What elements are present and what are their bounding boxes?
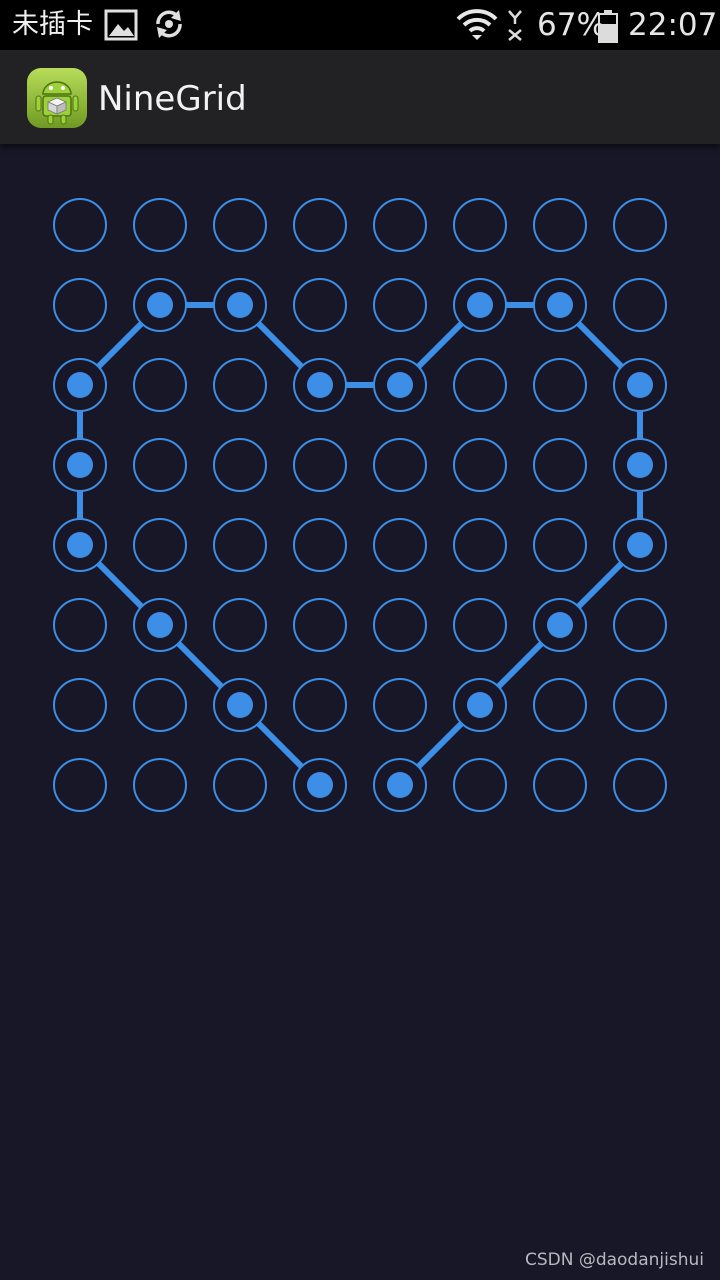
watermark: CSDN @daodanjishui xyxy=(524,1250,704,1270)
pattern-node[interactable] xyxy=(453,518,507,572)
pattern-node[interactable] xyxy=(133,358,187,412)
pattern-node[interactable] xyxy=(613,198,667,252)
sync-icon xyxy=(156,10,182,38)
pattern-node[interactable] xyxy=(213,518,267,572)
pattern-node[interactable] xyxy=(373,198,427,252)
pattern-node[interactable] xyxy=(533,518,587,572)
pattern-node[interactable] xyxy=(373,518,427,572)
battery-icon xyxy=(598,10,618,43)
pattern-node[interactable] xyxy=(453,758,507,812)
pattern-node[interactable] xyxy=(133,678,187,732)
pattern-node-selected[interactable] xyxy=(53,358,107,412)
android-app-icon[interactable] xyxy=(26,67,88,129)
pattern-node[interactable] xyxy=(213,438,267,492)
pattern-node[interactable] xyxy=(293,598,347,652)
pattern-node[interactable] xyxy=(133,198,187,252)
pattern-node[interactable] xyxy=(373,598,427,652)
carrier-label: 未插卡 xyxy=(12,9,93,40)
pattern-node[interactable] xyxy=(133,518,187,572)
image-icon xyxy=(104,9,138,41)
pattern-node-selected[interactable] xyxy=(453,678,507,732)
pattern-node[interactable] xyxy=(293,198,347,252)
pattern-node-selected[interactable] xyxy=(133,598,187,652)
pattern-node[interactable] xyxy=(373,438,427,492)
pattern-node[interactable] xyxy=(133,758,187,812)
pattern-node[interactable] xyxy=(533,358,587,412)
pattern-node-selected[interactable] xyxy=(53,438,107,492)
pattern-node-selected[interactable] xyxy=(373,358,427,412)
pattern-node[interactable] xyxy=(293,438,347,492)
battery-percent: 67% xyxy=(537,7,606,43)
no-signal-icon xyxy=(508,10,522,41)
pattern-node-selected[interactable] xyxy=(133,278,187,332)
action-bar: NineGrid xyxy=(0,50,720,144)
pattern-node[interactable] xyxy=(53,278,107,332)
pattern-node[interactable] xyxy=(53,598,107,652)
pattern-node-selected[interactable] xyxy=(613,518,667,572)
pattern-node-selected[interactable] xyxy=(453,278,507,332)
pattern-node[interactable] xyxy=(613,678,667,732)
pattern-node[interactable] xyxy=(533,198,587,252)
pattern-node-selected[interactable] xyxy=(293,358,347,412)
pattern-node-selected[interactable] xyxy=(373,758,427,812)
pattern-node-selected[interactable] xyxy=(293,758,347,812)
pattern-node[interactable] xyxy=(53,678,107,732)
pattern-node-selected[interactable] xyxy=(213,678,267,732)
pattern-node[interactable] xyxy=(293,278,347,332)
pattern-node-selected[interactable] xyxy=(213,278,267,332)
pattern-node[interactable] xyxy=(293,678,347,732)
pattern-node[interactable] xyxy=(453,198,507,252)
app-title: NineGrid xyxy=(98,79,247,119)
pattern-node-selected[interactable] xyxy=(533,598,587,652)
pattern-node[interactable] xyxy=(533,438,587,492)
wifi-icon xyxy=(456,9,498,40)
pattern-node[interactable] xyxy=(213,758,267,812)
pattern-node[interactable] xyxy=(453,358,507,412)
pattern-node[interactable] xyxy=(373,278,427,332)
pattern-node[interactable] xyxy=(213,598,267,652)
status-bar: 未插卡 67% 22:07 xyxy=(0,0,720,50)
pattern-node[interactable] xyxy=(613,758,667,812)
pattern-node-selected[interactable] xyxy=(613,438,667,492)
pattern-node[interactable] xyxy=(453,438,507,492)
pattern-node[interactable] xyxy=(293,518,347,572)
pattern-lock-grid[interactable] xyxy=(0,144,720,834)
pattern-node[interactable] xyxy=(533,678,587,732)
pattern-node[interactable] xyxy=(213,198,267,252)
pattern-node[interactable] xyxy=(613,278,667,332)
pattern-node-selected[interactable] xyxy=(53,518,107,572)
pattern-node-selected[interactable] xyxy=(613,358,667,412)
pattern-node-selected[interactable] xyxy=(533,278,587,332)
pattern-node[interactable] xyxy=(373,678,427,732)
pattern-node[interactable] xyxy=(53,758,107,812)
pattern-node[interactable] xyxy=(213,358,267,412)
pattern-node[interactable] xyxy=(53,198,107,252)
pattern-node[interactable] xyxy=(133,438,187,492)
clock: 22:07 xyxy=(628,7,718,43)
pattern-node[interactable] xyxy=(533,758,587,812)
pattern-node[interactable] xyxy=(453,598,507,652)
pattern-node[interactable] xyxy=(613,598,667,652)
